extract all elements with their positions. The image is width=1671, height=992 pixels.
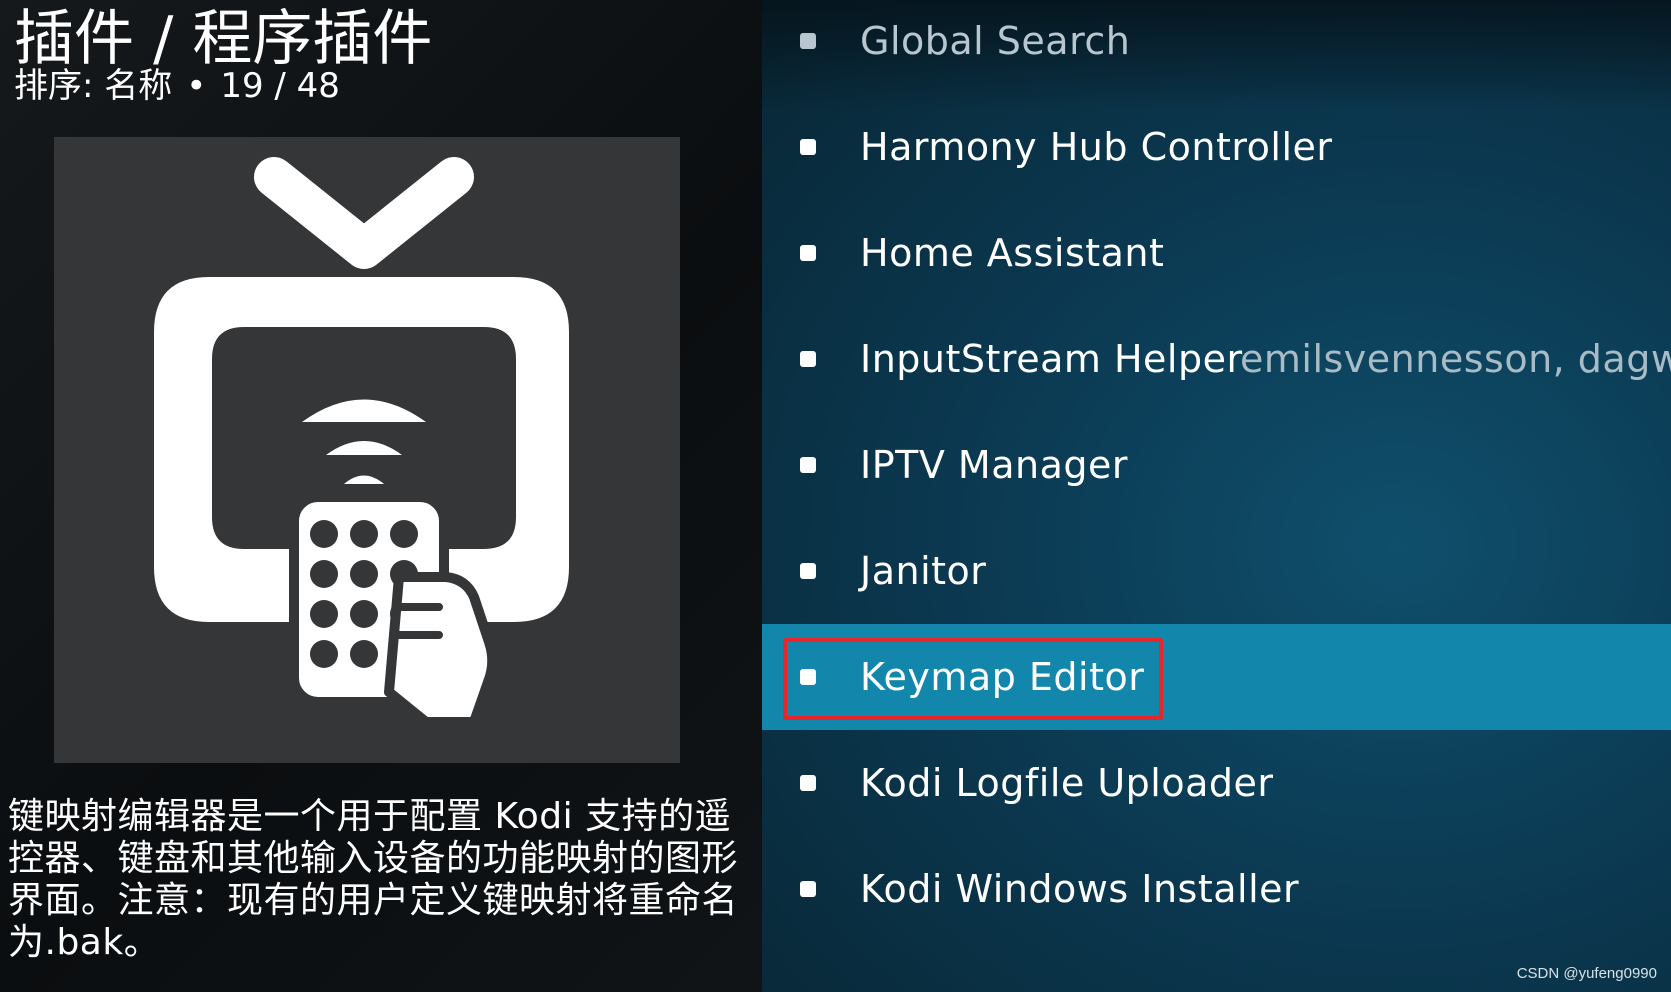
watermark: CSDN @yufeng0990	[1516, 965, 1657, 982]
list-item-label: Home Assistant	[860, 231, 1165, 275]
separator-dot: •	[186, 66, 207, 106]
list-item[interactable]: Harmony Hub Controller	[762, 94, 1671, 200]
list-item[interactable]: Kodi Windows Installer	[762, 836, 1671, 942]
bullet-icon	[800, 775, 816, 791]
list-item-label: Harmony Hub Controller	[860, 125, 1333, 169]
bullet-icon	[800, 351, 816, 367]
list-item[interactable]: IPTV Manager	[762, 412, 1671, 518]
list-item-label: Kodi Logfile Uploader	[860, 761, 1274, 805]
list-item-label: Global Search	[860, 19, 1131, 63]
sort-label: 排序: 名称	[14, 66, 173, 106]
list-item-selected[interactable]: Keymap Editor	[762, 624, 1671, 730]
bullet-icon	[800, 139, 816, 155]
list-item[interactable]: Global Search	[762, 0, 1671, 94]
item-position: 19 / 48	[220, 66, 340, 106]
addon-description: 键映射编辑器是一个用于配置 Kodi 支持的遥控器、键盘和其他输入设备的功能映射…	[8, 796, 739, 963]
tv-remote-icon	[154, 157, 569, 727]
bullet-icon	[800, 669, 816, 685]
bullet-icon	[800, 245, 816, 261]
list-item[interactable]: InputStream Helper emilsvennesson, dagwi…	[762, 306, 1671, 412]
list-item[interactable]: Janitor	[762, 518, 1671, 624]
list-item-label: IPTV Manager	[860, 443, 1128, 487]
list-item-author: emilsvennesson, dagwieers	[1240, 337, 1671, 381]
bullet-icon	[800, 563, 816, 579]
list-item-label: Janitor	[860, 549, 987, 593]
bullet-icon	[800, 881, 816, 897]
sort-status: 排序: 名称 • 19 / 48	[14, 64, 340, 108]
list-item-label: Kodi Windows Installer	[860, 867, 1300, 911]
bullet-icon	[800, 33, 816, 49]
addon-thumbnail	[54, 137, 680, 763]
addon-list: Global Search Harmony Hub Controller Hom…	[762, 0, 1671, 992]
addon-info-panel: 插件 / 程序插件 排序: 名称 • 19 / 48 键映射编辑器是一个用于配置…	[0, 0, 762, 992]
list-item-label: InputStream Helper	[860, 337, 1243, 381]
list-item[interactable]: Home Assistant	[762, 200, 1671, 306]
list-item[interactable]: Kodi Logfile Uploader	[762, 730, 1671, 836]
bullet-icon	[800, 457, 816, 473]
list-item-label: Keymap Editor	[860, 655, 1145, 699]
